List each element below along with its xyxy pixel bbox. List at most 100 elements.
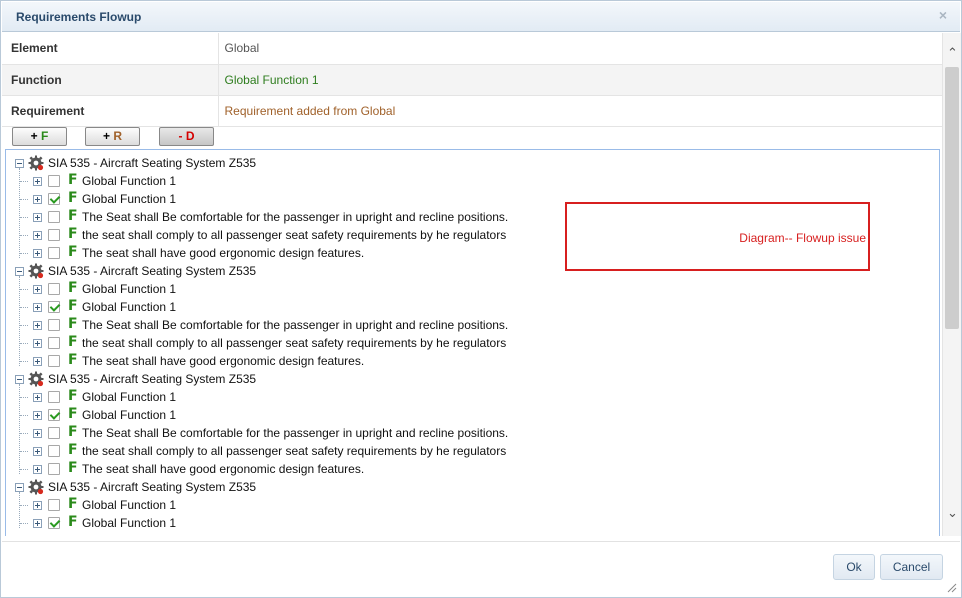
ok-button[interactable]: Ok <box>833 554 875 580</box>
button-sign: + <box>30 129 38 143</box>
collapse-icon[interactable] <box>15 159 24 168</box>
expand-icon[interactable] <box>33 519 42 528</box>
tree-guide-line <box>19 384 20 474</box>
gear-icon <box>28 155 44 171</box>
expand-icon[interactable] <box>33 249 42 258</box>
node-checkbox[interactable] <box>48 409 60 421</box>
node-checkbox[interactable] <box>48 229 60 241</box>
node-checkbox[interactable] <box>48 391 60 403</box>
root-node-label: SIA 535 - Aircraft Seating System Z535 <box>48 480 257 494</box>
expand-icon[interactable] <box>33 393 42 402</box>
tree-root-node[interactable]: SIA 535 - Aircraft Seating System Z535 <box>6 370 906 388</box>
button-letter: D <box>185 129 195 143</box>
property-row-element: Element Global <box>2 33 942 65</box>
expand-icon[interactable] <box>33 447 42 456</box>
tree-child-node[interactable]: F Global Function 1 <box>6 496 906 514</box>
tree-connector <box>20 469 28 470</box>
tree-guide-line <box>19 168 20 258</box>
function-f-icon: F <box>68 298 78 314</box>
expand-icon[interactable] <box>33 285 42 294</box>
root-node-label: SIA 535 - Aircraft Seating System Z535 <box>48 156 257 170</box>
child-node-label: Global Function 1 <box>82 300 177 314</box>
root-node-label: SIA 535 - Aircraft Seating System Z535 <box>48 264 257 278</box>
expand-icon[interactable] <box>33 429 42 438</box>
expand-icon[interactable] <box>33 411 42 420</box>
expand-icon[interactable] <box>33 177 42 186</box>
gear-icon <box>28 371 44 387</box>
child-node-label: The Seat shall Be comfortable for the pa… <box>82 318 509 332</box>
node-checkbox[interactable] <box>48 301 60 313</box>
expand-icon[interactable] <box>33 339 42 348</box>
child-node-label: The Seat shall Be comfortable for the pa… <box>82 210 509 224</box>
gear-icon <box>28 479 44 495</box>
child-node-label: Global Function 1 <box>82 516 177 530</box>
dialog-titlebar[interactable]: Requirements Flowup × <box>2 2 960 32</box>
tree-child-node[interactable]: F Global Function 1 <box>6 406 906 424</box>
cancel-button[interactable]: Cancel <box>880 554 943 580</box>
scroll-thumb[interactable] <box>945 67 959 329</box>
collapse-icon[interactable] <box>15 267 24 276</box>
collapse-icon[interactable] <box>15 483 24 492</box>
function-f-icon: F <box>68 352 78 368</box>
tree-root-node[interactable]: SIA 535 - Aircraft Seating System Z535 <box>6 154 906 172</box>
expand-icon[interactable] <box>33 213 42 222</box>
node-checkbox[interactable] <box>48 337 60 349</box>
node-checkbox[interactable] <box>48 175 60 187</box>
tree-child-node[interactable]: F The seat shall have good ergonomic desi… <box>6 460 906 478</box>
resize-grip-icon[interactable] <box>947 583 957 593</box>
node-checkbox[interactable] <box>48 247 60 259</box>
expand-icon[interactable] <box>33 321 42 330</box>
tree-connector <box>20 199 28 200</box>
property-value: Global Function 1 <box>218 64 942 96</box>
node-checkbox[interactable] <box>48 355 60 367</box>
node-checkbox[interactable] <box>48 283 60 295</box>
tree-connector <box>20 325 28 326</box>
child-node-label: the seat shall comply to all passenger s… <box>82 228 507 242</box>
tree-child-node[interactable]: Fthe seat shall comply to all passenger … <box>6 442 906 460</box>
collapse-icon[interactable] <box>15 375 24 384</box>
tree-guide-line <box>19 492 20 528</box>
tree-child-node[interactable]: F Global Function 1 <box>6 280 906 298</box>
add-requirement-button[interactable]: + R <box>85 127 140 146</box>
expand-icon[interactable] <box>33 465 42 474</box>
tree-child-node[interactable]: F Global Function 1 <box>6 298 906 316</box>
node-checkbox[interactable] <box>48 463 60 475</box>
delete-button[interactable]: - D <box>159 127 214 146</box>
node-checkbox[interactable] <box>48 193 60 205</box>
expand-icon[interactable] <box>33 303 42 312</box>
property-value: Global <box>218 33 942 65</box>
scroll-down-icon[interactable]: ⌄ <box>946 505 959 521</box>
vertical-scrollbar[interactable]: ⌃ ⌄ <box>942 33 961 536</box>
node-checkbox[interactable] <box>48 427 60 439</box>
function-f-icon: F <box>68 172 78 188</box>
tree-child-node[interactable]: F The Seat shall Be comfortable for the p… <box>6 316 906 334</box>
requirements-flowup-dialog: Requirements Flowup × Element Global Fun… <box>0 0 962 598</box>
add-function-button[interactable]: + F <box>12 127 67 146</box>
tree-child-node[interactable]: F Global Function 1 <box>6 172 906 190</box>
node-checkbox[interactable] <box>48 319 60 331</box>
function-f-icon: F <box>68 514 78 530</box>
tree-child-node[interactable]: F The seat shall have good ergonomic desi… <box>6 352 906 370</box>
tree-child-node[interactable]: F The Seat shall Be comfortable for the p… <box>6 424 906 442</box>
node-checkbox[interactable] <box>48 517 60 529</box>
tree-root-node[interactable]: SIA 535 - Aircraft Seating System Z535 <box>6 478 906 496</box>
tree-child-node[interactable]: F Global Function 1 <box>6 388 906 406</box>
close-icon[interactable]: × <box>936 8 950 22</box>
expand-icon[interactable] <box>33 195 42 204</box>
function-f-icon: F <box>68 280 78 296</box>
child-node-label: The seat shall have good ergonomic desig… <box>82 246 365 260</box>
expand-icon[interactable] <box>33 231 42 240</box>
expand-icon[interactable] <box>33 501 42 510</box>
tree-connector <box>20 253 28 254</box>
tree-connector <box>20 217 28 218</box>
node-checkbox[interactable] <box>48 499 60 511</box>
child-node-label: the seat shall comply to all passenger s… <box>82 336 507 350</box>
node-checkbox[interactable] <box>48 211 60 223</box>
function-f-icon: F <box>68 424 78 440</box>
expand-icon[interactable] <box>33 357 42 366</box>
property-label: Element <box>2 33 219 65</box>
node-checkbox[interactable] <box>48 445 60 457</box>
scroll-up-icon[interactable]: ⌃ <box>946 45 959 61</box>
tree-child-node[interactable]: F Global Function 1 <box>6 514 906 532</box>
tree-child-node[interactable]: Fthe seat shall comply to all passenger … <box>6 334 906 352</box>
